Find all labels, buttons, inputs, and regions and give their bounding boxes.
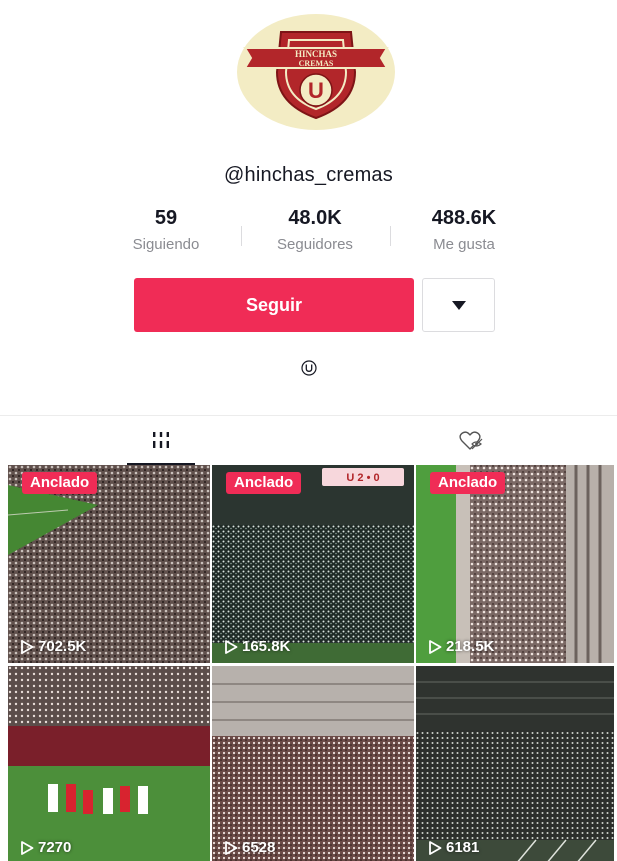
logo-letter: U	[308, 78, 324, 103]
video-thumbnail-image	[212, 666, 414, 861]
play-outline-icon	[225, 840, 238, 855]
stat-followers[interactable]: 48.0K Seguidores	[250, 206, 380, 254]
stat-likes-label: Me gusta	[433, 236, 495, 253]
tab-liked[interactable]	[438, 416, 506, 465]
video-thumbnail[interactable]: 7270	[8, 666, 210, 861]
pinned-badge: Anclado	[430, 472, 506, 494]
video-thumbnail-image: U 2 • 0	[212, 465, 414, 663]
view-count: 7270	[20, 839, 71, 856]
stat-following-label: Siguiendo	[132, 236, 200, 253]
view-count: 6181	[428, 839, 479, 856]
view-count: 218.5K	[428, 638, 494, 655]
video-thumbnail[interactable]: Anclado 702.5K	[8, 465, 210, 663]
video-thumbnail-image	[416, 666, 614, 861]
stat-following-value: 59	[154, 207, 178, 229]
play-outline-icon	[429, 639, 442, 654]
follow-button[interactable]: Seguir	[134, 278, 414, 332]
view-count-value: 165.8K	[242, 638, 291, 655]
stat-following[interactable]: 59 Siguiendo	[101, 206, 231, 254]
view-count-value: 702.5K	[38, 638, 87, 655]
view-count-value: 7270	[38, 839, 72, 856]
scoreboard-text: U 2 • 0	[346, 472, 379, 484]
pinned-badge: Anclado	[22, 472, 98, 494]
profile-tabs	[0, 415, 617, 465]
view-count-value: 218.5K	[446, 638, 495, 655]
view-count-value: 6181	[446, 839, 480, 856]
play-outline-icon	[21, 840, 34, 855]
profile-avatar[interactable]: HINCHAS CREMAS U	[237, 14, 395, 130]
username: @hinchas_cremas	[224, 164, 393, 186]
video-thumbnail[interactable]: U 2 • 0 Anclado 165.8K	[212, 465, 414, 663]
u-circle-icon	[301, 360, 317, 376]
stats-divider	[390, 226, 391, 246]
play-outline-icon	[21, 639, 34, 654]
view-count: 165.8K	[224, 638, 290, 655]
stat-followers-value: 48.0K	[288, 207, 342, 229]
more-options-button[interactable]	[422, 278, 495, 332]
play-outline-icon	[429, 840, 442, 855]
video-thumbnail[interactable]: Anclado 218.5K	[416, 465, 617, 663]
stat-likes-value: 488.6K	[431, 207, 497, 229]
stat-followers-label: Seguidores	[277, 236, 353, 253]
view-count: 702.5K	[20, 638, 86, 655]
grid-bars-icon	[153, 431, 169, 448]
video-thumbnail[interactable]: 6528	[212, 666, 414, 861]
stats-divider	[241, 226, 242, 246]
club-logo: HINCHAS CREMAS U	[243, 31, 389, 120]
tab-videos[interactable]	[127, 416, 195, 465]
logo-text-bottom: CREMAS	[299, 59, 334, 68]
profile-stats: 59 Siguiendo 48.0K Seguidores 488.6K Me …	[0, 206, 617, 258]
video-thumbnail-image	[8, 666, 210, 861]
play-outline-icon	[225, 639, 238, 654]
video-thumbnail[interactable]: 6181	[416, 666, 614, 861]
logo-text-top: HINCHAS	[295, 49, 337, 59]
video-grid: Anclado 702.5K U 2 • 0 Anclado 165.8K An…	[8, 465, 614, 861]
view-count-value: 6528	[242, 839, 276, 856]
stat-likes[interactable]: 488.6K Me gusta	[399, 206, 529, 254]
video-thumbnail-image	[8, 465, 210, 663]
view-count: 6528	[224, 839, 275, 856]
pinned-badge: Anclado	[226, 472, 302, 494]
triangle-down-icon	[451, 300, 466, 310]
heart-hidden-icon	[459, 430, 483, 450]
video-thumbnail-image	[416, 465, 614, 663]
